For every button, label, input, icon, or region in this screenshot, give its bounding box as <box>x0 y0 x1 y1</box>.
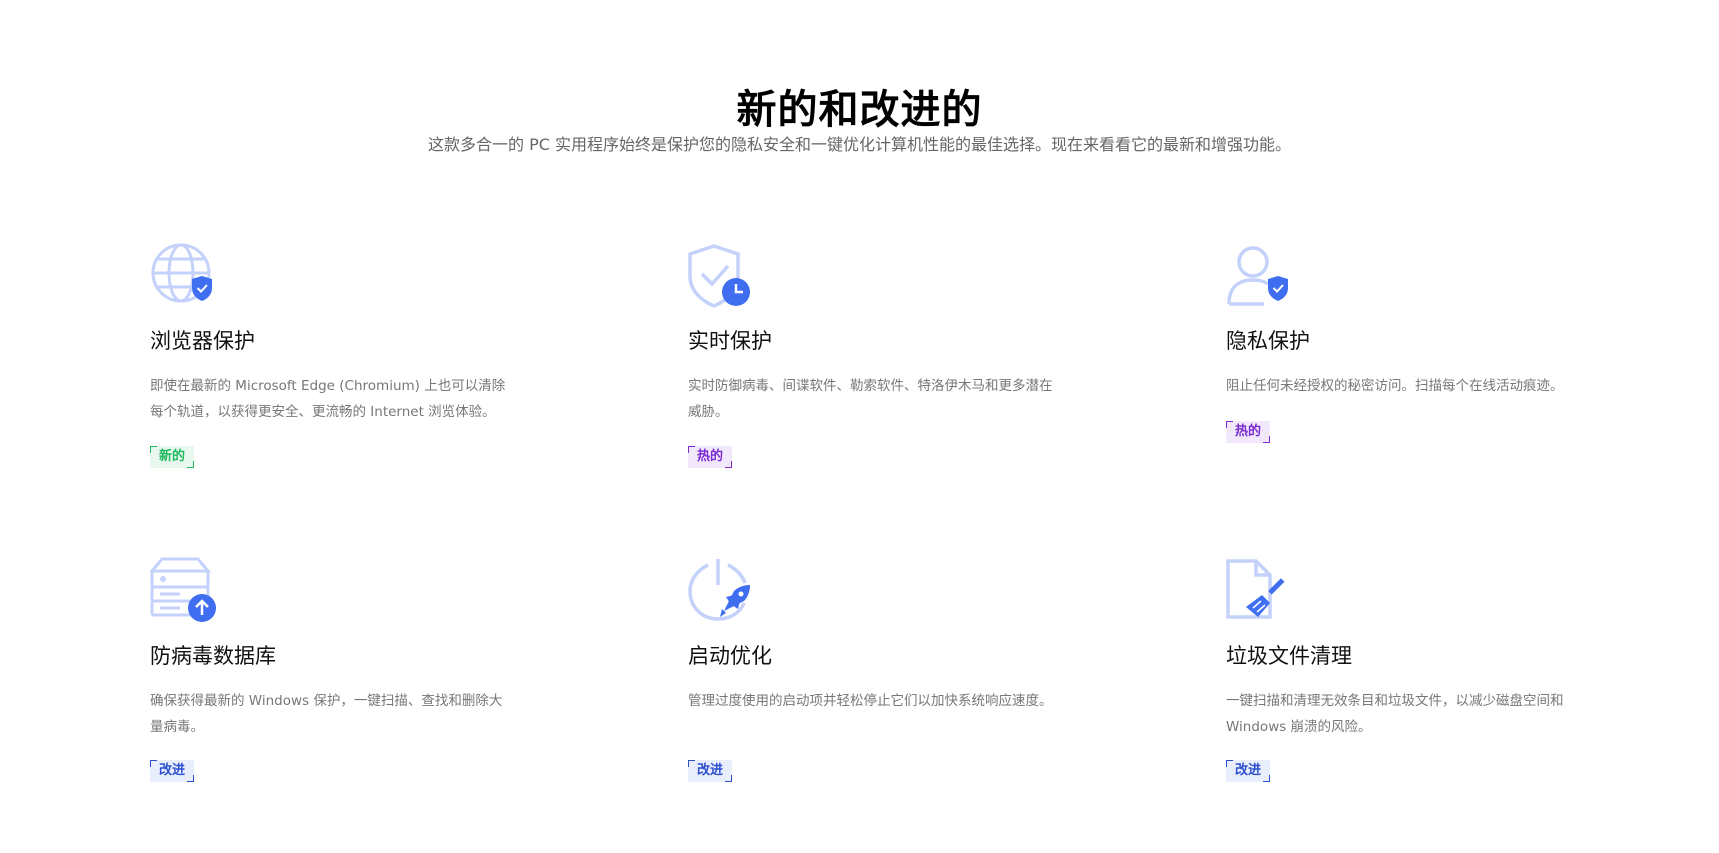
feature-title: 启动优化 <box>688 644 772 668</box>
database-update-icon <box>150 557 220 627</box>
feature-description: 管理过度使用的启动项并轻松停止它们以加快系统响应速度。 <box>688 693 1053 709</box>
feature-title: 垃圾文件清理 <box>1226 644 1352 668</box>
globe-shield-icon <box>150 242 220 312</box>
power-rocket-icon <box>688 557 758 627</box>
badge-improved: 改进 <box>1226 760 1271 782</box>
feature-title: 隐私保护 <box>1226 329 1310 353</box>
badge-hot: 热的 <box>1226 421 1271 443</box>
feature-title: 防病毒数据库 <box>150 644 276 668</box>
page-subtitle: 这款多合一的 PC 实用程序始终是保护您的隐私安全和一键优化计算机性能的最佳选择… <box>428 135 1291 154</box>
feature-title: 浏览器保护 <box>150 329 255 353</box>
page-title: 新的和改进的 <box>736 86 983 133</box>
feature-description: 一键扫描和清理无效条目和垃圾文件，以减少磁盘空间和 Windows 崩溃的风险。 <box>1226 693 1564 735</box>
shield-clock-icon <box>688 242 758 312</box>
file-broom-icon <box>1226 557 1296 627</box>
badge-hot: 热的 <box>688 446 733 468</box>
feature-description: 确保获得最新的 Windows 保护，一键扫描、查找和删除大量病毒。 <box>150 693 503 735</box>
feature-title: 实时保护 <box>688 329 772 353</box>
user-shield-icon <box>1226 242 1296 312</box>
feature-description: 阻止任何未经授权的秘密访问。扫描每个在线活动痕迹。 <box>1226 378 1564 394</box>
badge-improved: 改进 <box>688 760 733 782</box>
badge-improved: 改进 <box>150 760 195 782</box>
feature-description: 实时防御病毒、间谍软件、勒索软件、特洛伊木马和更多潜在威胁。 <box>688 378 1053 420</box>
badge-new: 新的 <box>150 446 195 468</box>
feature-description: 即使在最新的 Microsoft Edge (Chromium) 上也可以清除每… <box>150 378 506 420</box>
